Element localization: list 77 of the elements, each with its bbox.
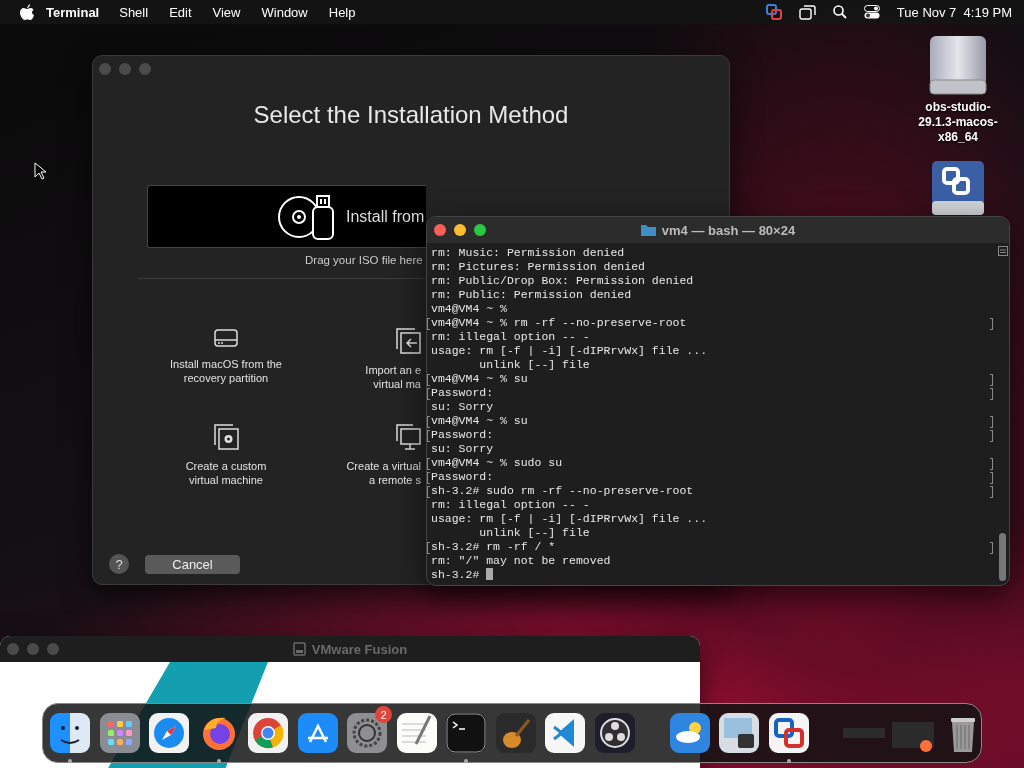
guitar-app-icon[interactable] [494,712,537,754]
app-grid-icon[interactable] [98,712,141,754]
terminal-line: vm4@VM4 ~ % sudo su [427,456,993,470]
folder-icon [640,224,656,236]
terminal-line: vm4@VM4 ~ % su [427,372,993,386]
window-title: vm4 — bash — 80×24 [661,222,796,238]
terminal-line: Password: [427,386,993,400]
external-drive-icon[interactable] [928,34,988,96]
menu-item[interactable]: Shell [119,4,149,20]
toggle-switches-icon[interactable] [863,5,880,19]
terminal-line: su: Sorry [430,442,495,456]
drop-hint: Drag your ISO file here [305,254,423,266]
menu-item[interactable]: Edit [169,4,192,20]
windows-icon[interactable] [798,4,816,20]
terminal-line: rm: illegal option -- - [430,498,591,512]
install-option-label: Install from [346,207,425,226]
window-control-button[interactable] [454,224,466,236]
terminal-line: rm: Public: Permission denied [430,288,633,302]
scrollbar-thumb[interactable] [999,533,1006,581]
terminal-line: vm4@VM4 ~ % su [427,414,993,428]
window-control-button[interactable] [434,224,446,236]
document-icon [292,642,306,656]
terminal-line: Password: [427,428,993,442]
external-drive-icon[interactable] [930,159,986,217]
terminal-line: Password: [427,470,993,484]
terminal-line: su: Sorry [430,400,495,414]
window-control-button[interactable] [474,224,486,236]
terminal-line: rm: Music: Permission denied [430,246,626,260]
terminal-line: rm: Pictures: Permission denied [430,260,646,274]
terminal-prompt-icon[interactable] [445,712,487,754]
terminal-line: unlink [--] file [478,358,591,372]
tricolor-circle-app-icon[interactable] [247,712,289,754]
menu-item[interactable]: View [212,4,241,20]
terminal-line: vm4@VM4 ~ % [430,302,508,316]
menu-item[interactable]: Help [328,4,356,20]
install-option-label[interactable]: Create a custom virtual machine [185,459,267,487]
disc-usb-icon [277,192,335,241]
menu-app-name[interactable]: Terminal [46,4,100,20]
overlapping-squares-icon[interactable] [765,4,782,20]
notification-badge: 2 [375,706,392,723]
photo-stack-app-icon[interactable] [718,712,760,754]
help-button[interactable]: ? [109,554,129,574]
menu-bar-clock[interactable]: Tue Nov 7 4:19 PM [896,4,1012,20]
gear-icon[interactable] [346,712,388,754]
terminal-line: sh-3.2# sudo rm -rf --no-preserve-root [427,484,993,498]
compass-app-icon[interactable] [148,712,190,754]
notepad-pen-app-icon[interactable] [395,712,438,754]
scroll-lines-icon [998,246,1008,256]
terminal-line: usage: rm [-f | -i] [-dIPRrvWx] file ... [430,512,709,526]
terminal-line: sh-3.2# [427,568,993,582]
install-drop-zone[interactable]: Install from [147,185,426,248]
install-option-label[interactable]: Install macOS from the recovery partition [170,357,282,385]
cancel-button[interactable]: Cancel [145,554,240,574]
terminal-line: sh-3.2# rm -rf / * [427,540,993,554]
terminal-line: vm4@VM4 ~ % rm -rf --no-preserve-root [427,316,993,330]
hard-drive-icon [213,327,239,349]
mouse-pointer-icon [34,162,46,180]
overlapping-squares-app-icon[interactable] [767,712,810,754]
install-option-label[interactable]: Import an e virtual ma [365,363,421,391]
terminal-line: rm: "/" may not be removed [430,554,612,568]
install-option-label[interactable]: Create a virtual a remote s [346,459,421,487]
terminal-line: rm: illegal option -- - [430,330,591,344]
desktop-icon-label: obs-studio-29.1.3-macos-x86_64 [917,100,999,145]
apple-logo-icon[interactable] [20,4,34,20]
window-arrow-icon [395,327,421,355]
smiling-face-app-icon[interactable] [49,712,91,754]
search-icon[interactable] [832,5,847,19]
window-gear-icon [213,423,239,451]
terminal-line: unlink [--] file [478,526,591,540]
terminal-line: usage: rm [-f | -i] [-dIPRrvWx] file ... [430,344,709,358]
menu-item[interactable]: Window [261,4,308,20]
monitors-icon [395,423,421,451]
cloud-sun-app-icon[interactable] [668,712,711,754]
window-title: Select the Installation Method [252,101,570,129]
terminal-line: rm: Public/Drop Box: Permission denied [430,274,695,288]
window-title: VMware Fusion [311,641,408,657]
letter-a-app-icon[interactable] [296,712,339,754]
